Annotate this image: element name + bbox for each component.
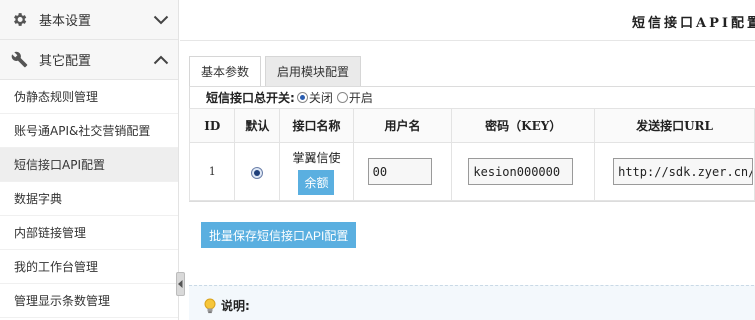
- col-header-password: 密码（KEY）: [451, 108, 596, 143]
- cell-default: [234, 142, 281, 201]
- top-bar: 短信接口API配置: [180, 0, 755, 41]
- sidebar-item-workbench[interactable]: 我的工作台管理: [0, 250, 178, 284]
- sidebar-group-basic-settings[interactable]: 基本设置: [0, 0, 178, 40]
- col-header-name: 接口名称: [279, 108, 354, 143]
- cell-url: http://sdk.zyer.cn/: [594, 142, 755, 201]
- url-input[interactable]: http://sdk.zyer.cn/: [613, 158, 754, 185]
- col-header-url: 发送接口URL: [594, 108, 755, 143]
- gear-icon: [10, 11, 28, 29]
- main-content: 短信接口API配置 基本参数 启用模块配置 短信接口总开关: 关闭 开启 ID …: [180, 0, 755, 320]
- page-title: 短信接口API配置: [632, 16, 755, 31]
- sidebar-item-internal-links[interactable]: 内部链接管理: [0, 216, 178, 250]
- col-header-username: 用户名: [352, 108, 453, 143]
- radio-off-label: 关闭: [308, 90, 333, 105]
- sidebar-item-account-api[interactable]: 账号通API&社交营销配置: [0, 114, 178, 148]
- cell-username: 00: [352, 142, 453, 201]
- chevron-up-icon: [152, 51, 170, 69]
- batch-save-button[interactable]: 批量保存短信接口API配置: [201, 222, 357, 248]
- sidebar-group-other-config[interactable]: 其它配置: [0, 40, 178, 80]
- balance-button[interactable]: 余额: [298, 169, 335, 195]
- sidebar-item-data-dictionary[interactable]: 数据字典: [0, 182, 178, 216]
- sidebar-group-label: 基本设置: [39, 14, 92, 29]
- provider-name: 掌翼信使: [292, 150, 341, 165]
- tab-bar: 基本参数 启用模块配置: [189, 56, 365, 86]
- table-row: 1 掌翼信使 余额 00 kesion000000 http://sdk.zye…: [188, 142, 755, 201]
- sms-master-switch: 短信接口总开关: 关闭 开启: [206, 88, 375, 106]
- chevron-down-icon: [152, 11, 170, 29]
- note-title: 说明:: [203, 297, 250, 314]
- col-header-id: ID: [188, 108, 236, 143]
- default-radio[interactable]: [251, 166, 264, 179]
- cell-name: 掌翼信使 余额: [279, 142, 354, 201]
- col-header-default: 默认: [234, 108, 281, 143]
- radio-off[interactable]: [296, 91, 308, 103]
- note-title-text: 说明:: [221, 299, 250, 313]
- sidebar: 基本设置 其它配置 伪静态规则管理 账号通API&社交营销配置 短信接口API配…: [0, 0, 179, 320]
- sms-api-table: ID 默认 接口名称 用户名 密码（KEY） 发送接口URL 1 掌翼信使 余额: [188, 108, 755, 201]
- tab-basic-params[interactable]: 基本参数: [189, 56, 262, 86]
- username-input[interactable]: 00: [367, 158, 432, 185]
- radio-on[interactable]: [336, 91, 348, 103]
- cell-id: 1: [188, 142, 236, 201]
- wrench-icon: [10, 51, 28, 69]
- cell-password: kesion000000: [451, 142, 596, 201]
- password-input[interactable]: kesion000000: [468, 158, 574, 185]
- note-box: 说明:: [189, 285, 755, 320]
- lightbulb-icon: [203, 298, 217, 314]
- sidebar-group-label: 其它配置: [39, 54, 92, 69]
- radio-on-label: 开启: [348, 90, 373, 105]
- sms-switch-label: 短信接口总开关:: [206, 90, 295, 105]
- tab-module-config[interactable]: 启用模块配置: [265, 56, 362, 86]
- table-header-row: ID 默认 接口名称 用户名 密码（KEY） 发送接口URL: [188, 108, 755, 143]
- sidebar-item-display-count[interactable]: 管理显示条数管理: [0, 284, 178, 318]
- sidebar-item-sms-api[interactable]: 短信接口API配置: [0, 148, 178, 182]
- sidebar-item-rewrite-rules[interactable]: 伪静态规则管理: [0, 80, 178, 114]
